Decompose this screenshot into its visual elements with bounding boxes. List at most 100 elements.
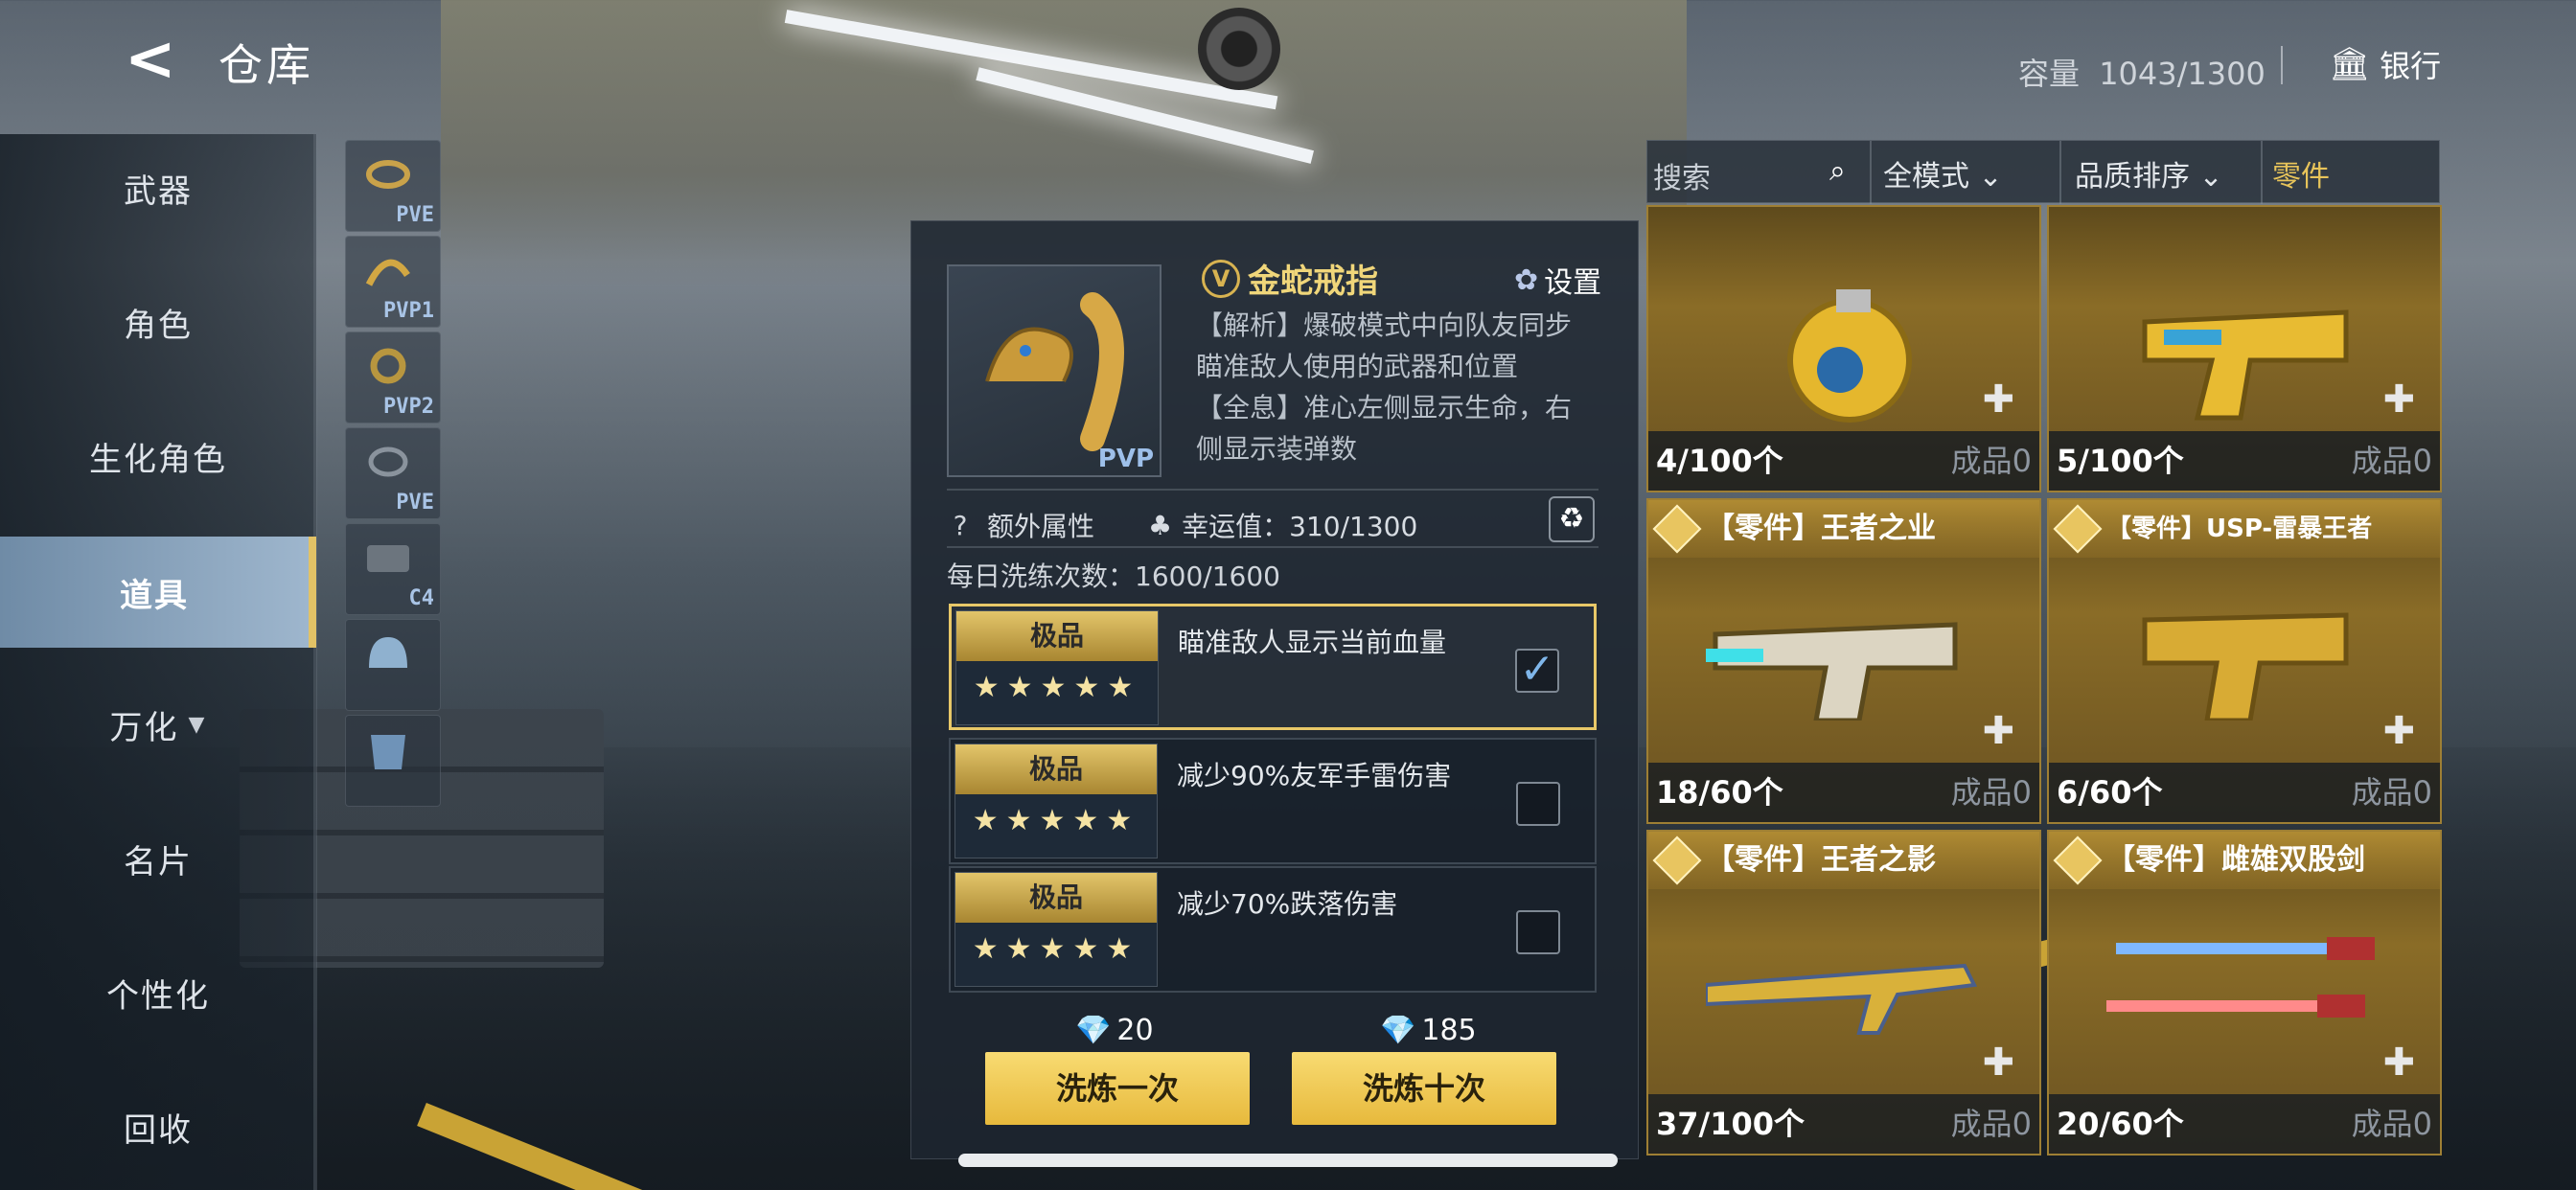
filter-divider [2059, 141, 2061, 204]
item-name-text: 金蛇戒指 [1248, 263, 1378, 301]
finished-count: 成品0 [2351, 774, 2432, 811]
part-card[interactable]: ✚ 4/100个 成品0 [1646, 205, 2041, 492]
capacity-label: 容量 [2018, 56, 2081, 92]
description-line: 【解析】爆破模式中向队友同步 [1196, 309, 1573, 341]
option-checkbox[interactable]: ✓ [1515, 649, 1559, 693]
grenade-icon [1787, 289, 1912, 423]
puzzle-piece-icon: ✚ [1982, 709, 2014, 753]
sidebar-item-props[interactable]: 道具 [0, 537, 316, 648]
item-slot[interactable] [345, 715, 441, 807]
card-footer: 4/100个 成品0 [1648, 431, 2039, 491]
card-title-text: 【零件】USP-雷暴王者 [2106, 515, 2373, 543]
card-title: 【零件】王者之影 [1648, 832, 2039, 889]
part-quantity: 20/60个 [2057, 1106, 2184, 1142]
option-checkbox[interactable] [1516, 782, 1560, 826]
star-rating: ★★★★★ [972, 932, 1140, 966]
finished-count: 成品0 [2351, 443, 2432, 479]
sidebar-item-characters[interactable]: 角色 [0, 264, 316, 379]
bank-button[interactable]: 🏛 银行 [2329, 42, 2441, 86]
description-line: 侧显示装弹数 [1196, 433, 1358, 465]
part-badge-icon [2053, 835, 2103, 885]
preview-mode-tag: PVP [1097, 445, 1154, 473]
sidebar-item-label: 武器 [124, 172, 193, 211]
refine-option[interactable]: 极品 ★★★★★ 减少70%跌落伤害 [949, 866, 1597, 993]
recycle-icon: ♻ [1558, 502, 1585, 536]
snake-ring-icon [365, 259, 410, 286]
sidebar-item-label: 万化 [109, 708, 179, 747]
refine-option[interactable]: 极品 ★★★★★ 减少90%友军手雷伤害 [949, 738, 1597, 864]
item-slot[interactable]: C4 [345, 523, 441, 615]
item-slot[interactable]: PVP2 [345, 332, 441, 423]
header-divider [2281, 46, 2283, 84]
item-slot-tag: PVE [396, 203, 434, 227]
card-footer: 6/60个 成品0 [2049, 763, 2440, 822]
item-slot-tag: PVP1 [383, 299, 434, 323]
back-button[interactable]: < [125, 27, 182, 92]
sidebar-item-zombie-characters[interactable]: 生化角色 [0, 399, 316, 514]
option-checkbox[interactable] [1516, 910, 1560, 954]
puzzle-piece-icon: ✚ [1982, 378, 2014, 422]
finished-count: 成品0 [1950, 774, 2032, 811]
item-slot[interactable]: PVE [345, 427, 441, 519]
sidebar-item-label: 道具 [120, 576, 189, 615]
item-slot-tag: PVP2 [383, 395, 434, 419]
sidebar-item-label: 个性化 [106, 976, 210, 1016]
part-card[interactable]: 【零件】王者之业 ✚ 18/60个 成品0 [1646, 498, 2041, 824]
gear-icon: ✿ [1514, 263, 1539, 297]
sidebar-item-weapons[interactable]: 武器 [0, 130, 316, 245]
search-icon[interactable]: ⌕ [1829, 154, 1846, 188]
item-slot[interactable]: PVP1 [345, 236, 441, 328]
category-label: 零件 [2272, 160, 2330, 194]
part-card[interactable]: 【零件】王者之影 ✚ 37/100个 成品0 [1646, 830, 2041, 1156]
puzzle-piece-icon: ✚ [2382, 709, 2415, 753]
sort-label: 品质排序 [2075, 160, 2190, 194]
home-indicator[interactable] [958, 1154, 1618, 1167]
section-divider [947, 489, 1598, 491]
refine-ten-button[interactable]: 洗炼十次 [1292, 1052, 1556, 1125]
attribute-row: ? 额外属性 ♣ 幸运值：310/1300 [949, 506, 1600, 544]
settings-button[interactable]: ✿ 设置 [1514, 259, 1601, 301]
part-card[interactable]: 【零件】USP-雷暴王者 ✚ 6/60个 成品0 [2047, 498, 2442, 824]
pistol-icon [2142, 612, 2349, 721]
ring-icon [370, 348, 406, 384]
recycle-button[interactable]: ♻ [1549, 496, 1595, 542]
card-footer: 5/100个 成品0 [2049, 431, 2440, 491]
help-icon[interactable]: ? [949, 510, 972, 541]
card-footer: 20/60个 成品0 [2049, 1094, 2440, 1154]
checkmark-icon: ✓ [1519, 645, 1555, 694]
search-input[interactable]: 搜索 [1653, 154, 1711, 196]
part-card[interactable]: 【零件】雌雄双股剑 ✚ 20/60个 成品0 [2047, 830, 2442, 1156]
mode-label: 全模式 [1883, 160, 1969, 194]
bank-icon: 🏛 [2329, 45, 2371, 83]
puzzle-piece-icon: ✚ [2382, 1041, 2415, 1085]
description-line: 【全息】准心左侧显示生命，右 [1196, 392, 1573, 423]
diamond-icon: 💎 [1380, 1014, 1416, 1047]
dual-swords-icon [2106, 937, 2375, 1018]
cost-ten: 💎 185 [1380, 1014, 1477, 1047]
sidebar-item-wanhua[interactable]: 万化 ▼ [0, 667, 316, 782]
tier-label: 极品 [956, 611, 1158, 661]
tier-label: 极品 [955, 744, 1157, 794]
part-quantity: 37/100个 [1656, 1106, 1806, 1142]
refine-option[interactable]: 极品 ★★★★★ 瞄准敌人显示当前血量 ✓ [949, 604, 1597, 730]
part-card[interactable]: ✚ 5/100个 成品0 [2047, 205, 2442, 492]
cost-once: 💎 20 [1075, 1014, 1154, 1047]
gold-snake-ring-icon [985, 292, 1124, 451]
sidebar-item-personalize[interactable]: 个性化 [0, 935, 316, 1050]
card-title: 【零件】雌雄双股剑 [2049, 832, 2440, 889]
item-slot[interactable]: PVE [345, 140, 441, 232]
sidebar-item-recycle[interactable]: 回收 [0, 1069, 316, 1184]
card-title-text: 【零件】雌雄双股剑 [2106, 843, 2365, 877]
page-title: 仓库 [218, 39, 314, 91]
mode-dropdown[interactable]: 全模式 ⌄ [1883, 152, 2003, 195]
sort-dropdown[interactable]: 品质排序 ⌄ [2075, 152, 2223, 195]
item-slot-tag: C4 [408, 586, 435, 610]
c4-icon [367, 545, 409, 572]
ring-icon [366, 160, 410, 189]
refine-once-button[interactable]: 洗炼一次 [985, 1052, 1250, 1125]
sidebar-item-cards[interactable]: 名片 [0, 801, 316, 916]
cost-value: 20 [1116, 1014, 1154, 1047]
filter-divider [2261, 141, 2263, 204]
item-slot[interactable] [345, 619, 441, 711]
description-line: 瞄准敌人使用的武器和位置 [1196, 351, 1519, 382]
